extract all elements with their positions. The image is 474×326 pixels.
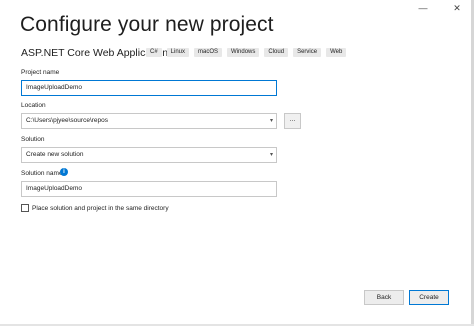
page-title: Configure your new project (20, 13, 274, 36)
tag-service: Service (293, 48, 322, 57)
solution-value: Create new solution (26, 151, 84, 158)
solution-label: Solution (21, 136, 45, 143)
configure-project-dialog: — ✕ Configure your new project ASP.NET C… (0, 0, 474, 326)
browse-button[interactable]: ... (284, 113, 301, 129)
minimize-icon: — (418, 3, 428, 13)
create-button[interactable]: Create (409, 290, 449, 305)
tag-macos: macOS (194, 48, 223, 57)
solution-name-input[interactable]: ImageUploadDemo (21, 181, 277, 197)
solution-name-label: Solution name (21, 170, 63, 177)
location-label: Location (21, 102, 46, 109)
tag-web: Web (326, 48, 347, 57)
chevron-down-icon[interactable]: ▾ (270, 114, 273, 128)
chevron-down-icon[interactable]: ▾ (270, 148, 273, 162)
tag-linux: Linux (166, 48, 190, 57)
project-name-value: ImageUploadDemo (26, 84, 83, 91)
template-tags: C# Linux macOS Windows Cloud Service Web (146, 48, 347, 57)
same-directory-label[interactable]: Place solution and project in the same d… (32, 205, 169, 212)
tag-csharp: C# (146, 48, 162, 57)
same-directory-checkbox[interactable] (21, 204, 29, 212)
location-value: C:\Users\pjyee\source\repos (26, 117, 109, 124)
tag-cloud: Cloud (264, 48, 289, 57)
location-combobox[interactable]: C:\Users\pjyee\source\repos ▾ (21, 113, 277, 129)
project-name-input[interactable]: ImageUploadDemo (21, 80, 277, 96)
close-icon: ✕ (453, 2, 461, 13)
info-icon[interactable]: i (60, 168, 68, 176)
tag-windows: Windows (227, 48, 260, 57)
solution-name-value: ImageUploadDemo (26, 185, 83, 192)
close-button[interactable]: ✕ (444, 0, 470, 16)
minimize-button[interactable]: — (410, 0, 436, 16)
project-name-label: Project name (21, 69, 60, 76)
back-button[interactable]: Back (364, 290, 404, 305)
solution-select[interactable]: Create new solution ▾ (21, 147, 277, 163)
